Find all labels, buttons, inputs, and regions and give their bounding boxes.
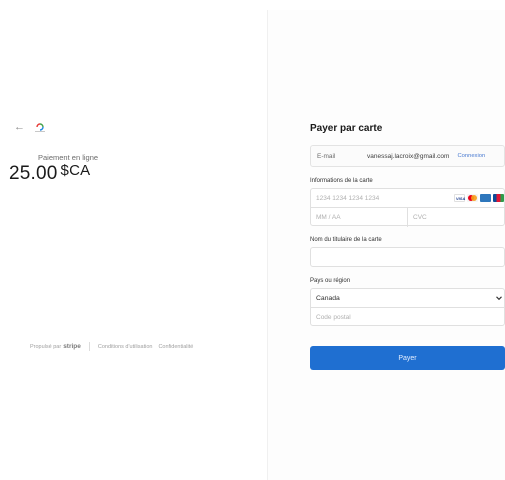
country-select[interactable]: Canada [311,289,505,308]
email-value: vanessaj.lacroix@gmail.com [367,152,450,160]
powered-by-text: Propulsé par [30,343,62,350]
card-expiry-placeholder: MM / AA [316,214,341,221]
payment-label: Paiement en ligne [38,153,99,162]
card-expiry-input[interactable]: MM / AA [311,208,408,227]
order-summary-pane [0,0,267,480]
card-number-placeholder: 1234 1234 1234 1234 [316,194,380,202]
card-number-input[interactable]: 1234 1234 1234 1234 [311,189,505,208]
amount-value: 25.00 [9,163,58,184]
email-label: E-mail [317,152,336,160]
email-field[interactable]: E-mail vanessaj.lacroix@gmail.com Connex… [310,145,505,167]
form-title: Payer par carte [310,123,383,134]
payment-pane [267,10,505,480]
country-label: Pays ou région [310,278,351,284]
terms-link[interactable]: Conditions d'utilisation [98,344,153,350]
checkout-page: ← Paiement en ligne 25.00 $CA Propulsé pa… [0,0,505,480]
visa-icon [454,194,465,202]
card-cvc-input[interactable]: CVC [408,208,505,227]
card-cvc-placeholder: CVC [413,214,427,221]
pay-button[interactable]: Payer [310,346,505,370]
back-arrow-icon[interactable]: ← [14,121,25,133]
currency-label: $CA [60,162,91,179]
postal-code-placeholder: Code postal [316,314,351,321]
amex-icon [480,194,491,202]
privacy-link[interactable]: Confidentialité [158,344,193,350]
jcb-icon [493,194,504,202]
back-row: ← [14,120,47,134]
stripe-logo[interactable]: stripe [63,343,81,350]
country-value: Canada [316,294,340,302]
country-group: Canada Code postal [310,288,505,326]
footer-divider [88,342,90,351]
total-amount: 25.00 $CA [9,162,90,185]
footer: Propulsé par stripe Conditions d'utilisa… [30,342,199,351]
chevron-down-icon [495,294,503,304]
card-info-label: Informations de la carte [310,178,373,184]
login-link[interactable]: Connexion [457,153,485,159]
cardholder-label: Nom du titulaire de la carte [310,237,382,243]
mastercard-icon [467,194,478,202]
card-brands [454,194,504,202]
card-info-group: 1234 1234 1234 1234 MM / AA CVC [310,188,505,227]
merchant-logo-icon [33,120,47,134]
cardholder-name-input[interactable] [310,247,505,267]
postal-code-input[interactable]: Code postal [311,308,505,327]
